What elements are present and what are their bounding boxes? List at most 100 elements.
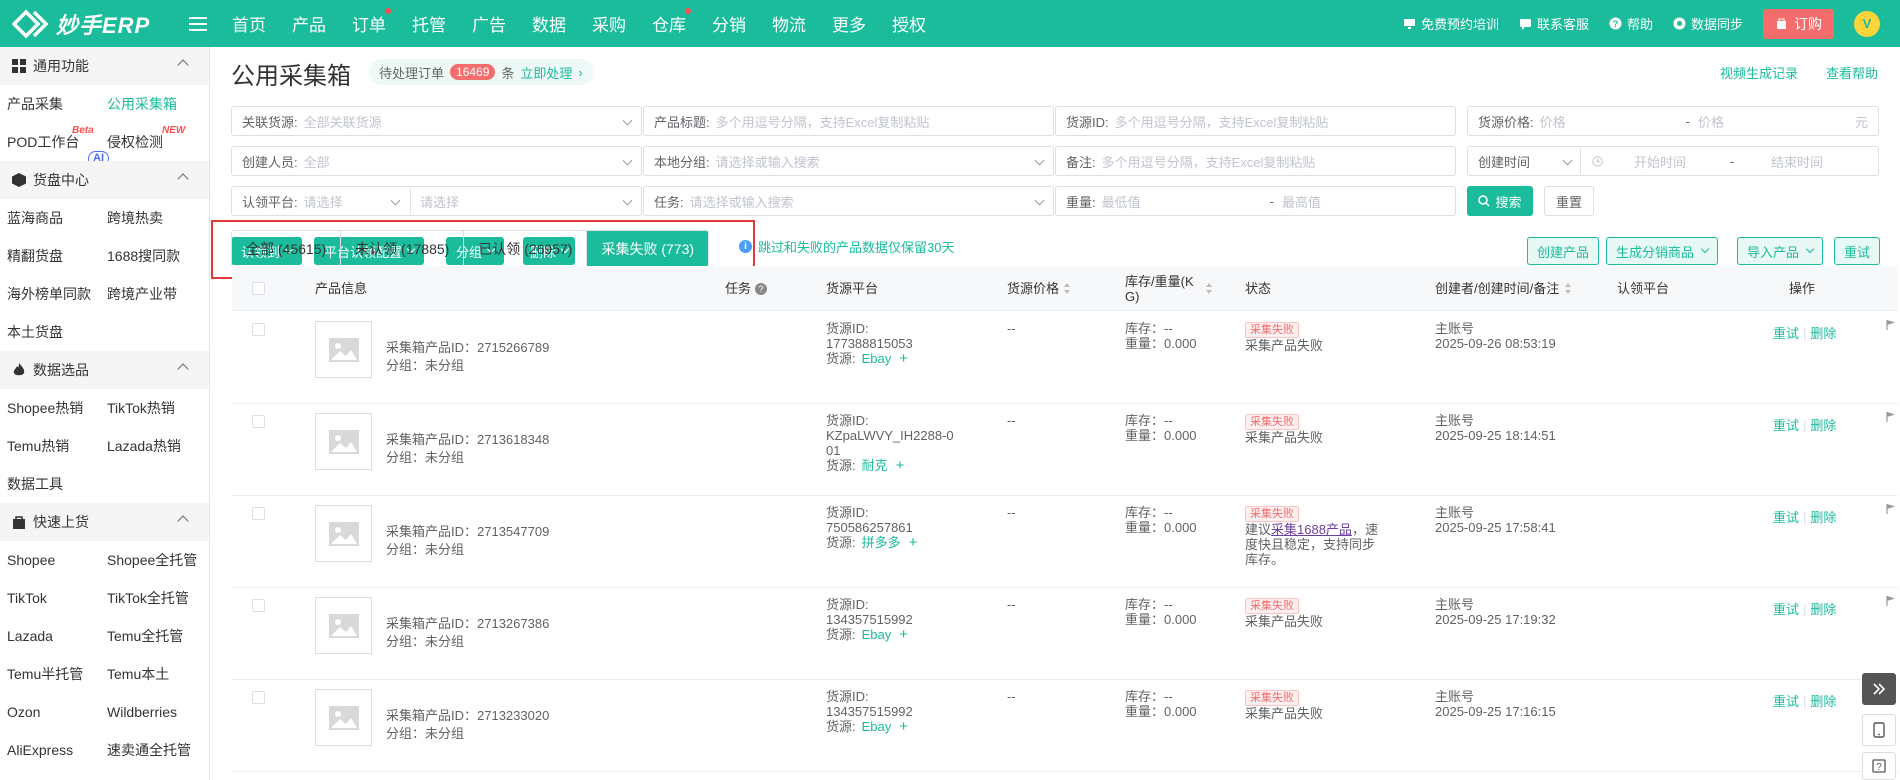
retry-link[interactable]: 重试 bbox=[1773, 510, 1799, 525]
question-button[interactable]: ? bbox=[1862, 752, 1896, 780]
flag-icon[interactable] bbox=[1886, 318, 1896, 330]
retry-all-button[interactable]: 重试 bbox=[1834, 237, 1881, 265]
sidebar-item[interactable]: Shopee bbox=[0, 541, 100, 579]
nav-item[interactable]: 物流 bbox=[759, 11, 819, 36]
sidebar-section-header[interactable]: 通用功能 bbox=[0, 47, 209, 85]
sidebar-item[interactable]: POD工作台 Beta AI bbox=[0, 123, 109, 166]
nav-item[interactable]: 授权 bbox=[879, 11, 939, 36]
nav-item[interactable]: 更多 bbox=[819, 11, 879, 36]
delete-link[interactable]: 删除 bbox=[1810, 418, 1836, 433]
sidebar-item[interactable]: Wildberries bbox=[100, 693, 209, 731]
task-select[interactable]: 任务: 请选择或输入搜索 bbox=[643, 186, 1054, 216]
sidebar-item[interactable]: 1688搜同款 bbox=[100, 237, 209, 275]
price-min-input[interactable]: 价格 bbox=[1540, 112, 1686, 131]
sidebar-item[interactable]: Temu热销 bbox=[0, 427, 100, 465]
delete-link[interactable]: 删除 bbox=[1810, 602, 1836, 617]
menu-toggle-icon[interactable] bbox=[189, 16, 207, 31]
retry-link[interactable]: 重试 bbox=[1773, 418, 1799, 433]
training-link[interactable]: 免费预约培训 bbox=[1403, 14, 1499, 33]
search-button[interactable]: 搜索 bbox=[1467, 186, 1533, 216]
col-price[interactable]: 货源价格 bbox=[1007, 266, 1071, 311]
row-checkbox[interactable] bbox=[252, 323, 265, 336]
sidebar-item[interactable]: 精翻货盘 bbox=[0, 237, 100, 275]
generate-distribution-button[interactable]: 生成分销商品 bbox=[1606, 237, 1719, 265]
avatar[interactable]: V bbox=[1854, 10, 1880, 37]
nav-item[interactable]: 采购 bbox=[579, 11, 639, 36]
product-thumbnail[interactable] bbox=[315, 689, 372, 746]
sidebar-item[interactable]: 跨境产业带 bbox=[100, 275, 209, 313]
retry-link[interactable]: 重试 bbox=[1773, 694, 1799, 709]
tab-1[interactable]: 未认领 (17885) bbox=[341, 231, 465, 266]
source-platform-link[interactable]: Ebay bbox=[862, 627, 892, 642]
sidebar-item[interactable]: Temu全托管 bbox=[100, 617, 209, 655]
sidebar-item[interactable]: Temu本土 bbox=[100, 655, 209, 693]
flag-icon[interactable] bbox=[1886, 410, 1896, 422]
mobile-button[interactable] bbox=[1862, 714, 1896, 746]
tab-3[interactable]: 采集失败 (773) bbox=[587, 231, 709, 266]
select-all-checkbox[interactable] bbox=[252, 282, 265, 295]
remark-field[interactable]: 备注: 多个用逗号分隔，支持Excel复制粘贴 bbox=[1055, 146, 1456, 176]
sidebar-section-header[interactable]: 货盘中心 bbox=[0, 161, 209, 199]
create-product-button[interactable]: 创建产品 bbox=[1527, 237, 1600, 265]
source-platform-link[interactable]: 耐克 bbox=[862, 458, 888, 473]
source-platform-link[interactable]: Ebay bbox=[862, 351, 892, 366]
source-id-field[interactable]: 货源ID: 多个用逗号分隔，支持Excel复制粘贴 bbox=[1055, 106, 1456, 136]
sidebar-item[interactable]: TikTok bbox=[0, 579, 100, 617]
sidebar-item[interactable]: AliExpress bbox=[0, 731, 100, 769]
weight-range-field[interactable]: 重量: 最低值 - 最高值 bbox=[1055, 186, 1456, 216]
add-icon[interactable]: + bbox=[899, 626, 908, 643]
sidebar-item[interactable]: TikTok热销 bbox=[100, 389, 209, 427]
product-title-field[interactable]: 产品标题: 多个用逗号分隔，支持Excel复制粘贴 bbox=[643, 106, 1054, 136]
nav-item[interactable]: 产品 bbox=[279, 11, 339, 36]
product-thumbnail[interactable] bbox=[315, 505, 372, 562]
row-checkbox[interactable] bbox=[252, 507, 265, 520]
product-thumbnail[interactable] bbox=[315, 597, 372, 654]
sidebar-item[interactable]: Temu半托管 bbox=[0, 655, 100, 693]
tab-2[interactable]: 已认领 (26957) bbox=[464, 231, 588, 266]
order-button[interactable]: 订购 bbox=[1763, 8, 1834, 39]
nav-item[interactable]: 仓库 bbox=[639, 8, 699, 36]
service-link[interactable]: 联系客服 bbox=[1519, 14, 1589, 33]
start-time-input[interactable]: 开始时间 bbox=[1634, 152, 1686, 171]
nav-item[interactable]: 广告 bbox=[459, 11, 519, 36]
nav-item[interactable]: 分销 bbox=[699, 11, 759, 36]
pending-action-link[interactable]: 立即处理 bbox=[520, 63, 572, 82]
local-group-select[interactable]: 本地分组: 请选择或输入搜索 bbox=[643, 146, 1054, 176]
nav-item[interactable]: 订单 bbox=[339, 8, 399, 36]
sidebar-section-header[interactable]: 快速上货 bbox=[0, 503, 209, 541]
video-records-link[interactable]: 视频生成记录 bbox=[1720, 63, 1798, 82]
sidebar-item[interactable]: 本土货盘 bbox=[0, 313, 100, 351]
delete-link[interactable]: 删除 bbox=[1810, 510, 1836, 525]
source-platform-link[interactable]: Ebay bbox=[862, 719, 892, 734]
collect-1688-link[interactable]: 采集1688产品 bbox=[1271, 522, 1352, 537]
claim-platform-placeholder-2[interactable]: 请选择 bbox=[420, 192, 459, 211]
col-stock[interactable]: 库存/重量(K G) bbox=[1125, 266, 1213, 311]
nav-item[interactable]: 托管 bbox=[399, 11, 459, 36]
time-type-select[interactable]: 创建时间 bbox=[1468, 152, 1578, 171]
flag-icon[interactable] bbox=[1886, 594, 1896, 606]
sidebar-item[interactable]: TikTok全托管 bbox=[100, 579, 209, 617]
delete-link[interactable]: 删除 bbox=[1810, 326, 1836, 341]
help-link[interactable]: ? 帮助 bbox=[1609, 14, 1653, 33]
add-icon[interactable]: + bbox=[909, 534, 918, 551]
sidebar-item[interactable]: 跨境热卖 bbox=[100, 199, 209, 237]
product-thumbnail[interactable] bbox=[315, 321, 372, 378]
view-help-link[interactable]: 查看帮助 bbox=[1826, 63, 1878, 82]
sync-link[interactable]: 数据同步 bbox=[1673, 14, 1743, 33]
flag-icon[interactable] bbox=[1886, 502, 1896, 514]
delete-link[interactable]: 删除 bbox=[1810, 694, 1836, 709]
weight-max-input[interactable]: 最高值 bbox=[1282, 192, 1321, 211]
sidebar-item[interactable]: Shopee全托管 bbox=[100, 541, 209, 579]
related-source-select[interactable]: 关联货源: 全部关联货源 bbox=[231, 106, 642, 136]
tab-0[interactable]: 全部 (45615) bbox=[232, 231, 342, 266]
add-icon[interactable]: + bbox=[896, 457, 905, 474]
import-product-button[interactable]: 导入产品 bbox=[1737, 237, 1824, 265]
add-icon[interactable]: + bbox=[899, 718, 908, 735]
retry-link[interactable]: 重试 bbox=[1773, 326, 1799, 341]
sidebar-item[interactable]: 蓝海商品 bbox=[0, 199, 100, 237]
nav-item[interactable]: 数据 bbox=[519, 11, 579, 36]
claim-platform-placeholder-1[interactable]: 请选择 bbox=[304, 192, 343, 211]
app-logo[interactable]: 妙手ERP bbox=[0, 8, 175, 40]
claim-platform-select[interactable]: 认领平台: 请选择 请选择 bbox=[231, 186, 642, 216]
nav-item[interactable]: 首页 bbox=[219, 11, 279, 36]
